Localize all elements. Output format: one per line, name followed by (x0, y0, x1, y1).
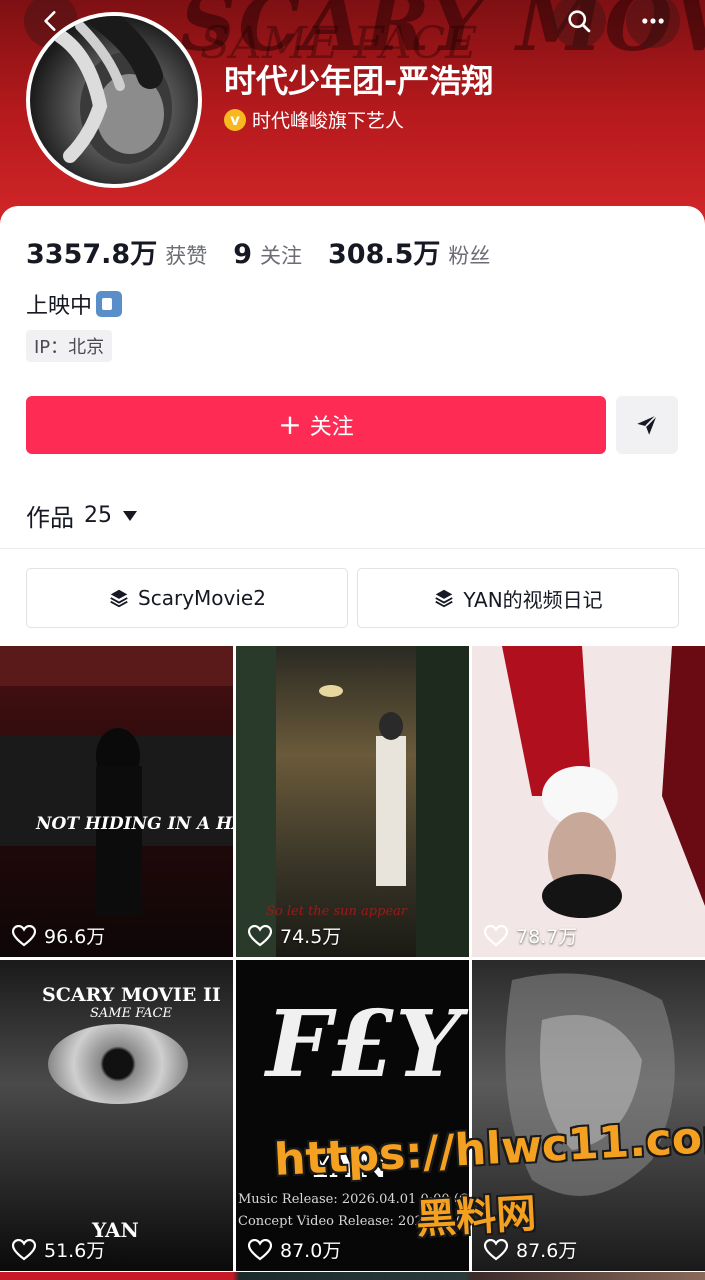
followers-count[interactable]: 308.5万 (328, 232, 440, 271)
profile-banner: SCARY MOVIE II SAME FACE 时代少年团-严浩翔 v 时代峰… (0, 0, 705, 240)
heart-icon (12, 1238, 36, 1260)
avatar-portrait-image (53, 16, 172, 164)
playlist-yan-diary[interactable]: YAN的视频日记 (357, 568, 679, 628)
verified-badge-icon: v (224, 108, 246, 131)
avatar[interactable] (26, 12, 202, 188)
works-label: 作品 (26, 504, 74, 532)
heart-icon (12, 924, 36, 946)
follow-button[interactable]: + 关注 (26, 396, 606, 454)
video-likes: 78.7万 (484, 922, 577, 949)
next-row-thumbnails (0, 1272, 705, 1280)
video-likes: 87.0万 (248, 1236, 341, 1263)
likes-count: 87.0万 (280, 1240, 342, 1262)
likes-count: 96.6万 (44, 926, 106, 948)
likes-count: 74.5万 (280, 926, 342, 948)
plus-icon: + (278, 408, 302, 441)
caret-down-icon (123, 510, 137, 521)
video-caption-text: So let the sun appear (266, 904, 408, 919)
video-likes: 96.6万 (12, 922, 105, 949)
video-thumbnail[interactable]: 78.7万 (472, 646, 705, 957)
works-count: 25 (84, 503, 112, 528)
bio: 上映中 (26, 288, 123, 320)
heart-icon (248, 924, 272, 946)
movie-camera-icon (96, 291, 123, 317)
ip-location-tag: IP：北京 (26, 330, 113, 362)
thumbnail-image (472, 646, 705, 957)
video-grid: NOT HIDING IN A HAVEN 96.6万 So let the s… (0, 646, 705, 1280)
follow-label: 关注 (309, 415, 354, 440)
verification-text: 时代峰峻旗下艺人 (252, 110, 405, 132)
followers-label[interactable]: 粉丝 (448, 240, 490, 270)
send-icon (637, 414, 658, 435)
video-likes: 51.6万 (12, 1236, 105, 1263)
likes-count: 3357.8万 (26, 239, 158, 270)
video-thumbnail[interactable]: SCARY MOVIE II SAME FACE YAN 51.6万 (0, 960, 233, 1271)
layers-icon (110, 589, 128, 608)
likes-label: 获赞 (165, 244, 208, 268)
more-dots-icon (642, 18, 664, 24)
video-caption-text: NOT HIDING IN A HAVEN (36, 814, 233, 834)
video-caption-subtitle: SAME FACE (90, 1006, 172, 1021)
playlist-label: YAN的视频日记 (463, 587, 603, 612)
search-icon (568, 10, 591, 33)
watermark-text: 黑料网 (415, 1190, 538, 1244)
heart-icon (248, 1238, 272, 1260)
layers-icon (435, 589, 454, 608)
works-header[interactable]: 作品 25 (26, 498, 138, 533)
section-divider (0, 548, 705, 549)
video-likes: 74.5万 (248, 922, 341, 949)
video-thumbnail[interactable]: NOT HIDING IN A HAVEN 96.6万 (0, 646, 233, 957)
profile-name: 时代少年团-严浩翔 (224, 62, 494, 100)
stats-row: 3357.8万 获赞 9 关注 308.5万 粉丝 (26, 232, 516, 271)
likes-count: 87.6万 (516, 1240, 578, 1262)
likes-count: 51.6万 (44, 1240, 106, 1262)
verification-line: v 时代峰峻旗下艺人 (224, 106, 404, 133)
video-caption-logo: F£Y (266, 990, 462, 1098)
video-caption-title: SCARY MOVIE II (42, 984, 221, 1006)
eye-image (48, 1024, 188, 1104)
playlist-label: ScaryMovie2 (138, 586, 266, 610)
bio-text: 上映中 (26, 294, 93, 319)
heart-icon (484, 1238, 508, 1260)
heart-icon (484, 924, 508, 946)
share-button[interactable] (616, 396, 678, 454)
playlist-scarymovie2[interactable]: ScaryMovie2 (26, 568, 348, 628)
likes-count: 78.7万 (516, 926, 578, 948)
video-thumbnail[interactable]: So let the sun appear 74.5万 (236, 646, 469, 957)
thumbnail-image (0, 646, 233, 916)
following-label[interactable]: 关注 (260, 240, 302, 270)
following-count[interactable]: 9 (233, 239, 252, 270)
